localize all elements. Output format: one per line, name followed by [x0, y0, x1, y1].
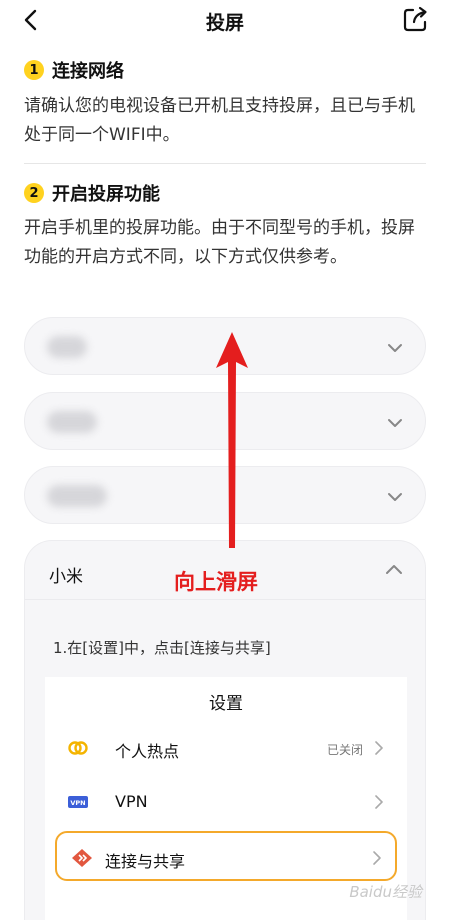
connection-share-icon: [72, 849, 92, 867]
brand-title-xiaomi[interactable]: 小米: [49, 562, 83, 587]
share-icon[interactable]: [400, 5, 430, 35]
step-2-description: 开启手机里的投屏功能。由于不同型号的手机，投屏功能的开启方式不同，以下方式仅供参…: [24, 218, 415, 267]
chevron-down-icon: [388, 419, 402, 427]
swipe-up-annotation: 向上滑屏: [174, 570, 258, 594]
settings-row-hotspot: 个人热点 已关闭: [45, 723, 407, 773]
settings-row-status: 已关闭: [326, 743, 363, 757]
settings-row-label: 个人热点: [115, 742, 180, 761]
chevron-right-icon: [375, 741, 383, 755]
section-divider: [24, 163, 426, 164]
step-1-description: 请确认您的电视设备已开机且支持投屏，且已与手机处于同一个WIFI中。: [24, 96, 415, 145]
step-1-heading: 1 连接网络: [24, 57, 124, 83]
swipe-up-arrow-icon: [216, 332, 248, 548]
hotspot-icon: [68, 741, 88, 755]
settings-row-label: VPN: [115, 792, 148, 811]
vpn-icon: VPN: [68, 796, 88, 808]
page-title: 投屏: [205, 12, 244, 34]
chevron-right-icon: [373, 851, 381, 865]
obscured-label: [47, 485, 107, 507]
watermark: Baidu经验: [349, 883, 422, 901]
step-2-heading: 2 开启投屏功能: [24, 180, 160, 206]
step-number-badge: 1: [24, 60, 44, 80]
step-2-title: 开启投屏功能: [52, 184, 160, 205]
chevron-down-icon: [388, 493, 402, 501]
svg-text:VPN: VPN: [70, 799, 85, 807]
chevron-down-icon: [388, 344, 402, 352]
step-1-title: 连接网络: [52, 61, 124, 82]
card-divider: [25, 599, 425, 600]
brand-card-xiaomi-expanded: 小米 1.在[设置]中，点击[连接与共享] 设置 个人热点 已关闭 VPN VP…: [24, 540, 426, 920]
settings-row-label: 连接与共享: [105, 852, 186, 871]
obscured-label: [47, 411, 97, 433]
step-number-badge: 2: [24, 183, 44, 203]
settings-row-connection-share: 连接与共享: [55, 831, 397, 881]
instruction-text: 1.在[设置]中，点击[连接与共享]: [53, 639, 271, 657]
chevron-right-icon: [375, 795, 383, 809]
top-bar: 投屏: [0, 0, 450, 40]
chevron-up-icon[interactable]: [383, 559, 405, 581]
settings-row-vpn: VPN VPN: [45, 777, 407, 827]
settings-title: 设置: [209, 694, 243, 714]
obscured-label: [47, 336, 87, 358]
